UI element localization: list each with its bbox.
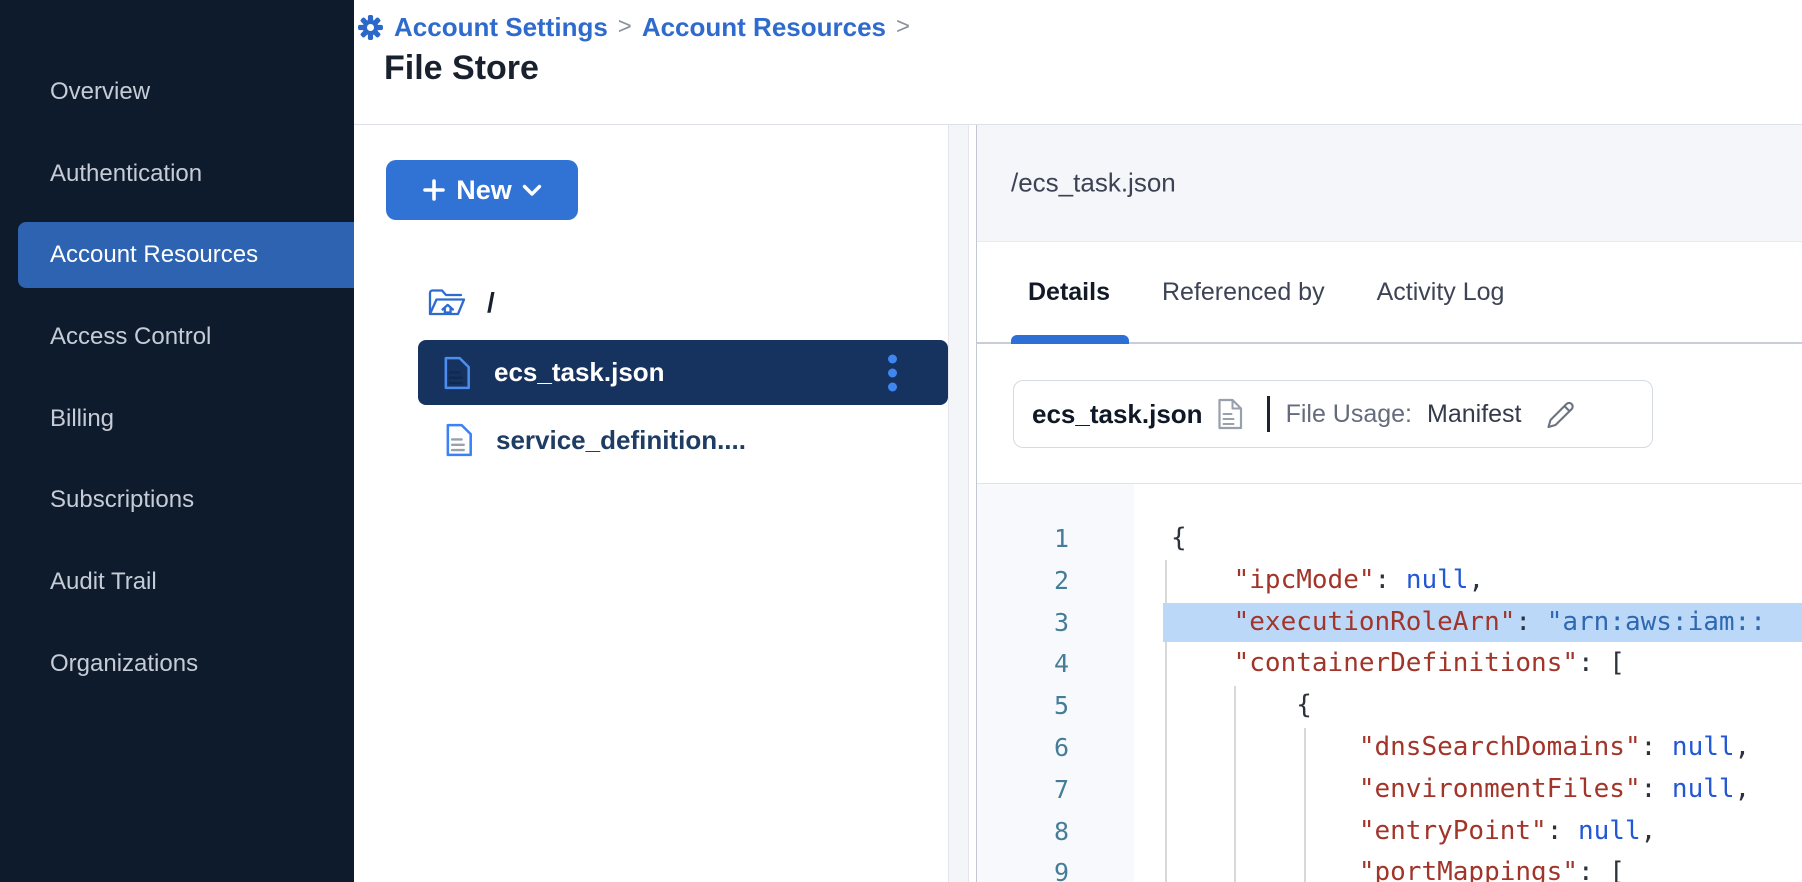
line-number: 1 xyxy=(977,518,1069,560)
file-browser-panel: New xyxy=(354,125,948,882)
gear-icon xyxy=(357,14,384,41)
code-line: 1 { xyxy=(977,518,1802,560)
code-line: 5 { xyxy=(977,685,1802,727)
sidebar-item-billing[interactable]: Billing xyxy=(18,386,354,452)
code-line: 2 "ipcMode": null, xyxy=(977,560,1802,602)
sidebar-item-overview[interactable]: Overview xyxy=(18,59,354,125)
line-number: 9 xyxy=(977,852,1069,882)
line-number: 8 xyxy=(977,811,1069,853)
edit-pencil-icon[interactable] xyxy=(1538,394,1578,434)
sidebar-item-audit-trail[interactable]: Audit Trail xyxy=(18,549,354,615)
line-number: 3 xyxy=(977,602,1069,644)
sidebar-item-organizations[interactable]: Organizations xyxy=(18,631,354,697)
file-path: /ecs_task.json xyxy=(1011,168,1176,199)
breadcrumb: Account Settings > Account Resources > xyxy=(357,10,910,44)
breadcrumb-separator: > xyxy=(896,13,910,41)
sidebar: Overview Authentication Account Resource… xyxy=(0,0,354,882)
chevron-down-icon xyxy=(522,184,542,197)
tab-details[interactable]: Details xyxy=(1028,242,1110,342)
document-icon xyxy=(1217,398,1243,430)
page-title: File Store xyxy=(384,49,539,88)
code-lines: 1 { 2 "ipcMode": null, 3 "executionRoleA… xyxy=(977,518,1802,882)
sidebar-item-access-control[interactable]: Access Control xyxy=(18,304,354,370)
plus-icon xyxy=(422,178,446,202)
code-line: 4 "containerDefinitions": [ xyxy=(977,643,1802,685)
file-row-ecs-task[interactable]: ecs_task.json xyxy=(418,340,948,405)
kebab-menu-icon[interactable] xyxy=(884,350,901,395)
new-button[interactable]: New xyxy=(386,160,578,220)
file-icon xyxy=(443,356,471,390)
file-detail-panel: /ecs_task.json Details Referenced by Act… xyxy=(976,125,1802,882)
file-name: service_definition.... xyxy=(496,425,746,456)
breadcrumb-link-account-resources[interactable]: Account Resources xyxy=(642,12,886,43)
file-name: ecs_task.json xyxy=(494,357,665,388)
tab-referenced-by[interactable]: Referenced by xyxy=(1162,242,1325,342)
sidebar-item-authentication[interactable]: Authentication xyxy=(18,141,354,207)
new-button-label: New xyxy=(456,175,512,206)
divider xyxy=(1267,396,1270,432)
tab-activity-log[interactable]: Activity Log xyxy=(1377,242,1505,342)
file-path-header: /ecs_task.json xyxy=(977,125,1802,242)
line-number: 4 xyxy=(977,643,1069,685)
file-info-card: ecs_task.json File Usage: Manifest xyxy=(1013,380,1653,448)
sidebar-item-subscriptions[interactable]: Subscriptions xyxy=(18,467,354,533)
page-header: Account Settings > Account Resources > F… xyxy=(354,0,1802,125)
code-line: 6 "dnsSearchDomains": null, xyxy=(977,727,1802,769)
line-number: 7 xyxy=(977,769,1069,811)
file-usage-label: File Usage: xyxy=(1286,400,1412,429)
code-line: 7 "environmentFiles": null, xyxy=(977,769,1802,811)
breadcrumb-separator: > xyxy=(618,13,632,41)
content-area: Account Settings > Account Resources > F… xyxy=(354,0,1802,882)
file-info-name: ecs_task.json xyxy=(1032,399,1203,430)
app-root: Overview Authentication Account Resource… xyxy=(0,0,1802,882)
root-folder-row[interactable]: / xyxy=(427,285,495,321)
file-row-service-definition[interactable]: service_definition.... xyxy=(418,409,948,471)
code-line-highlighted: 3 "executionRoleArn": "arn:aws:iam:: xyxy=(977,602,1802,644)
line-number: 2 xyxy=(977,560,1069,602)
line-number: 5 xyxy=(977,685,1069,727)
code-line: 8 "entryPoint": null, xyxy=(977,811,1802,853)
file-icon xyxy=(445,423,473,457)
code-line: 9 "portMappings": [ xyxy=(977,852,1802,882)
root-path-label: / xyxy=(487,287,495,319)
file-usage-value: Manifest xyxy=(1427,400,1521,429)
code-viewer[interactable]: 1 { 2 "ipcMode": null, 3 "executionRoleA… xyxy=(977,483,1802,882)
detail-tabs: Details Referenced by Activity Log xyxy=(977,242,1802,344)
panel-scrollbar-track[interactable] xyxy=(948,125,969,882)
breadcrumb-link-account-settings[interactable]: Account Settings xyxy=(394,12,608,43)
sidebar-item-account-resources[interactable]: Account Resources xyxy=(18,222,354,288)
home-folder-icon xyxy=(427,285,467,321)
line-number: 6 xyxy=(977,727,1069,769)
